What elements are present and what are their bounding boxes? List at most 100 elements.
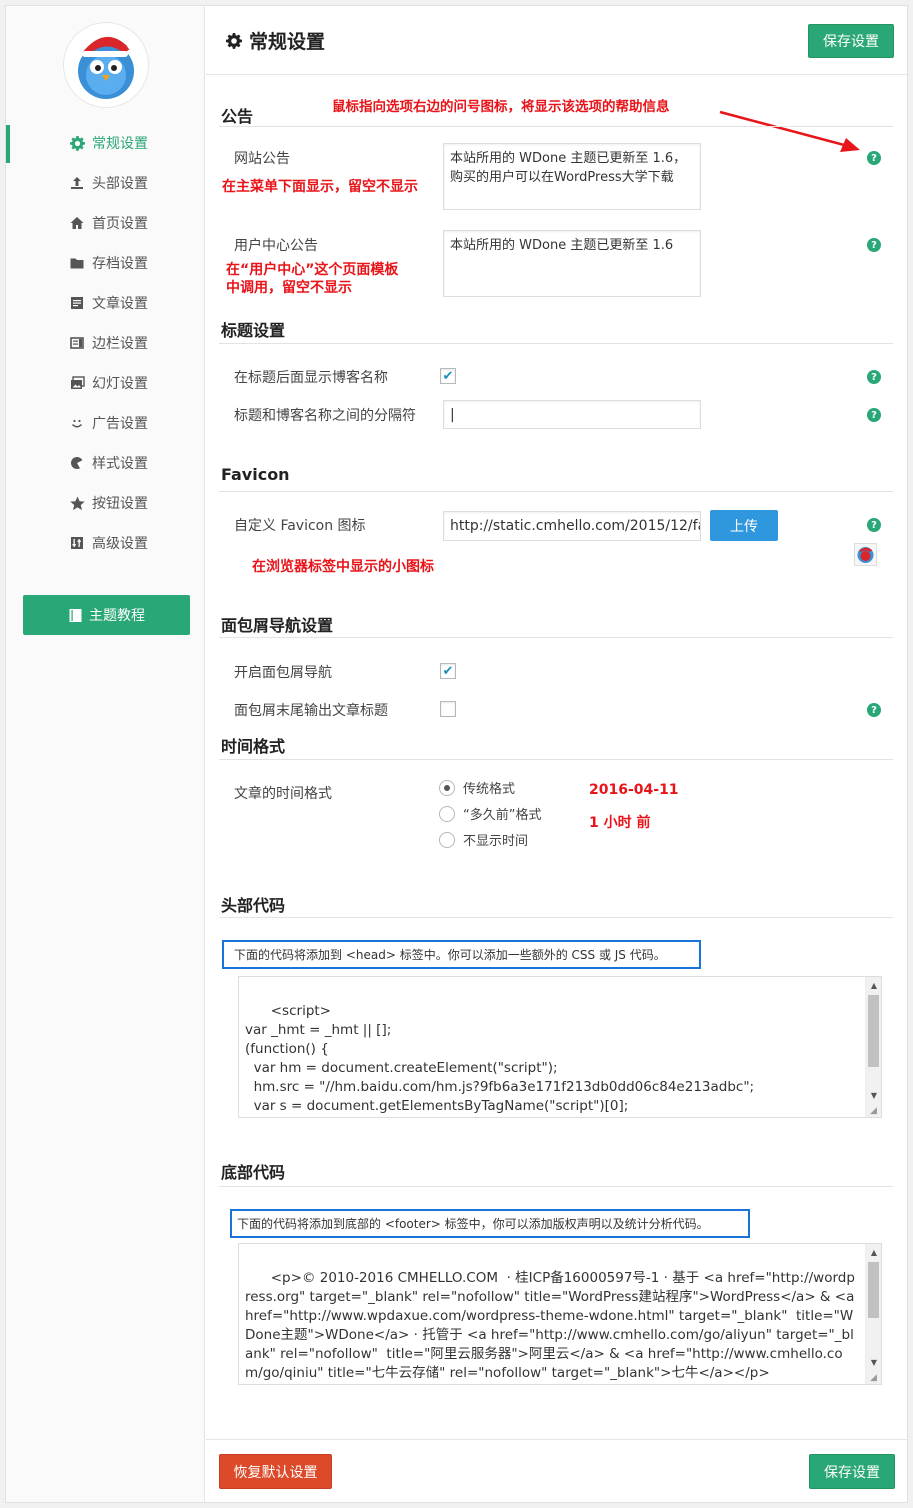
settings-window: 常规设置 头部设置 首页设置 存档设置 文章设置 边栏设置 幻灯设置 广告设置 … [5, 5, 908, 1503]
site-notice-annotation: 在主菜单下面显示，留空不显示 [222, 179, 418, 195]
breadcrumb-output-title-checkbox[interactable] [440, 701, 456, 717]
scroll-down-icon[interactable]: ▼ [866, 1087, 881, 1103]
help-icon[interactable]: ? [867, 151, 881, 165]
avatar [64, 23, 148, 107]
upload-icon [69, 175, 85, 191]
radio-button[interactable] [439, 805, 455, 822]
article-icon [69, 295, 85, 311]
page-title-text: 常规设置 [249, 31, 326, 53]
sidebar-item-article[interactable]: 文章设置 [6, 283, 205, 323]
scrollbar-thumb[interactable] [868, 995, 879, 1067]
section-divider [219, 1186, 893, 1187]
sidebar-item-label: 按钮设置 [92, 496, 148, 512]
page-title: 常规设置 [226, 27, 325, 54]
radio-button[interactable] [439, 831, 455, 848]
scrollbar-thumb[interactable] [868, 1262, 879, 1318]
site-notice-textarea[interactable]: 本站所用的 WDone 主题已更新至 1.6，购买的用户可以在WordPress… [443, 143, 701, 210]
time-format-option-hidden[interactable]: 不显示时间 [439, 830, 528, 849]
help-icon[interactable]: ? [867, 518, 881, 532]
star-icon [69, 495, 85, 511]
separator-input[interactable]: | [443, 400, 701, 429]
scroll-up-icon[interactable]: ▲ [866, 1244, 881, 1260]
section-divider [219, 126, 893, 127]
section-title-notice: 公告 [221, 107, 254, 126]
sidebar-item-ads[interactable]: 广告设置 [6, 403, 205, 443]
head-code-text: <script> var _hmt = _hmt || []; (functio… [245, 1003, 755, 1114]
section-divider [219, 491, 893, 492]
radio-button[interactable] [439, 779, 455, 796]
section-title-title-settings: 标题设置 [221, 321, 286, 340]
footer-code-hint: 下面的代码将添加到底部的 <footer> 标签中，你可以添加版权声明以及统计分… [230, 1209, 750, 1238]
show-blog-name-checkbox[interactable]: ✔ [440, 368, 456, 384]
slides-icon [69, 375, 85, 391]
help-annotation: 鼠标指向选项右边的问号图标，将显示该选项的帮助信息 [332, 99, 670, 115]
sidebar-item-label: 幻灯设置 [92, 376, 148, 392]
section-divider [219, 343, 893, 344]
reset-defaults-button[interactable]: 恢复默认设置 [219, 1454, 332, 1489]
favicon-annotation: 在浏览器标签中显示的小图标 [252, 559, 434, 575]
section-divider [219, 917, 893, 918]
page-header: 常规设置 保存设置 [206, 6, 907, 75]
user-notice-label: 用户中心公告 [234, 238, 318, 254]
radio-label: 传统格式 [463, 782, 516, 797]
sidebar-item-style[interactable]: 样式设置 [6, 443, 205, 483]
head-code-textarea[interactable]: <script> var _hmt = _hmt || []; (functio… [238, 976, 882, 1118]
site-notice-label: 网站公告 [234, 151, 290, 167]
sidebar-item-archive[interactable]: 存档设置 [6, 243, 205, 283]
scroll-down-icon[interactable]: ▼ [866, 1354, 881, 1370]
show-blog-name-label: 在标题后面显示博客名称 [234, 370, 388, 386]
help-icon[interactable]: ? [867, 703, 881, 717]
tutorial-label: 主题教程 [89, 608, 145, 624]
help-icon[interactable]: ? [867, 238, 881, 252]
scrollbar[interactable]: ▲ ▼ [865, 1244, 881, 1384]
time-format-label: 文章的时间格式 [234, 786, 332, 802]
sidebar-item-label: 头部设置 [92, 176, 148, 192]
smile-icon [69, 415, 85, 431]
theme-tutorial-button[interactable]: 主题教程 [23, 595, 190, 635]
sidebar-item-label: 高级设置 [92, 536, 148, 552]
advanced-icon [69, 535, 85, 551]
time-format-example-date: 2016-04-11 [589, 782, 679, 798]
user-notice-textarea[interactable]: 本站所用的 WDone 主题已更新至 1.6 [443, 230, 701, 297]
sidebar-item-home[interactable]: 首页设置 [6, 203, 205, 243]
resize-handle-icon[interactable]: ◢ [870, 1373, 880, 1383]
section-title-breadcrumb: 面包屑导航设置 [221, 616, 334, 635]
home-icon [69, 215, 85, 231]
sidebar-item-header[interactable]: 头部设置 [6, 163, 205, 203]
footer-code-textarea[interactable]: <p>© 2010-2016 CMHELLO.COM · 桂ICP备160005… [238, 1243, 882, 1385]
resize-handle-icon[interactable]: ◢ [870, 1106, 880, 1116]
breadcrumb-output-title-label: 面包屑末尾输出文章标题 [234, 703, 388, 719]
scroll-up-icon[interactable]: ▲ [866, 977, 881, 993]
time-format-example-ago: 1 小时 前 [589, 815, 651, 831]
head-code-hint: 下面的代码将添加到 <head> 标签中。你可以添加一些额外的 CSS 或 JS… [222, 940, 701, 969]
sidebar-nav: 常规设置 头部设置 首页设置 存档设置 文章设置 边栏设置 幻灯设置 广告设置 … [6, 123, 205, 563]
sidebar-item-label: 存档设置 [92, 256, 148, 272]
help-icon[interactable]: ? [867, 408, 881, 422]
sidebar-item-label: 广告设置 [92, 416, 148, 432]
sidebar: 常规设置 头部设置 首页设置 存档设置 文章设置 边栏设置 幻灯设置 广告设置 … [6, 6, 205, 1502]
time-format-option-traditional[interactable]: 传统格式 [439, 778, 515, 797]
sidebar-item-widgets[interactable]: 边栏设置 [6, 323, 205, 363]
main-panel: 常规设置 保存设置 鼠标指向选项右边的问号图标，将显示该选项的帮助信息 公告 网… [206, 6, 909, 1502]
section-title-time-format: 时间格式 [221, 737, 286, 756]
save-settings-button-bottom[interactable]: 保存设置 [809, 1454, 895, 1489]
favicon-url-input[interactable]: http://static.cmhello.com/2015/12/fa [443, 511, 701, 541]
sidebar-item-advanced[interactable]: 高级设置 [6, 523, 205, 563]
help-icon[interactable]: ? [867, 370, 881, 384]
sidebar-item-buttons[interactable]: 按钮设置 [6, 483, 205, 523]
sidebar-item-label: 常规设置 [92, 136, 148, 152]
sidebar-item-slides[interactable]: 幻灯设置 [6, 363, 205, 403]
breadcrumb-enable-checkbox[interactable]: ✔ [440, 663, 456, 679]
section-divider [219, 637, 893, 638]
save-settings-button-top[interactable]: 保存设置 [808, 24, 894, 58]
user-notice-annotation-line2: 中调用，留空不显示 [226, 280, 352, 296]
sidebar-item-label: 首页设置 [92, 216, 148, 232]
sidebar-item-label: 文章设置 [92, 296, 148, 312]
folder-icon [69, 255, 85, 271]
scrollbar[interactable]: ▲ ▼ [865, 977, 881, 1117]
upload-button[interactable]: 上传 [710, 510, 778, 541]
favicon-label: 自定义 Favicon 图标 [234, 518, 366, 534]
time-format-option-ago[interactable]: “多久前”格式 [439, 804, 541, 823]
section-title-footer-code: 底部代码 [221, 1163, 286, 1182]
sidebar-item-general[interactable]: 常规设置 [6, 123, 205, 163]
